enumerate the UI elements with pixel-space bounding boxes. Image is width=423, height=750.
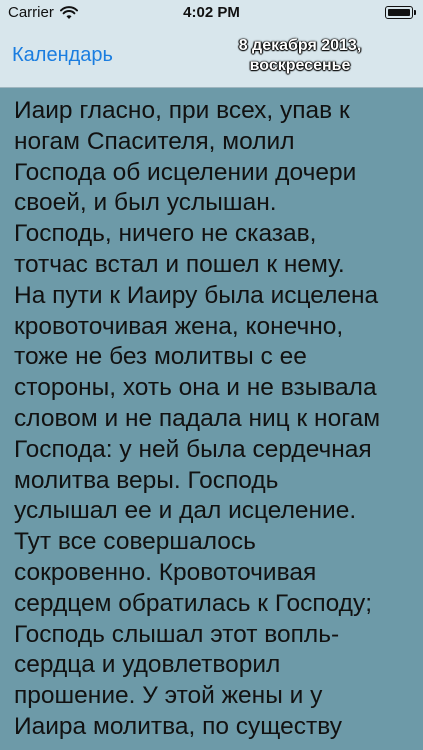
text-line: Тут все совершалось bbox=[14, 528, 256, 556]
text-line: Господь слышал этот вопль- bbox=[14, 620, 340, 648]
status-bar: Carrier 4:02 PM bbox=[0, 0, 423, 26]
navigation-bar: Календарь 8 декабря 2013, воскресенье bbox=[0, 26, 423, 88]
battery-icon bbox=[385, 6, 416, 19]
text-line: Иаира молитва, по существу bbox=[14, 712, 342, 740]
text-line: сердца и удовлетворил bbox=[14, 651, 281, 679]
status-time: 4:02 PM bbox=[183, 4, 240, 21]
text-line: кровоточивая жена, конечно, bbox=[14, 312, 344, 340]
text-line: тотчас встал и пошел к нему. bbox=[14, 250, 345, 278]
text-line: Иаир гласно, при всех, упав к bbox=[14, 97, 350, 124]
text-line: прошение. У этой жены и у bbox=[14, 682, 323, 710]
text-line: словом и не падала ниц к ногам bbox=[14, 404, 381, 432]
text-line: Господа: у ней была сердечная bbox=[14, 435, 372, 463]
text-line: Господь, ничего не сказав, bbox=[14, 220, 317, 248]
calendar-back-button[interactable]: Календарь bbox=[12, 44, 113, 67]
date-title: 8 декабря 2013, воскресенье bbox=[190, 36, 410, 76]
text-line: ногам Спасителя, молил bbox=[14, 127, 295, 155]
text-line: На пути к Иаиру была исцелена bbox=[14, 281, 379, 309]
text-line: своей, и был услышан. bbox=[14, 189, 277, 217]
text-line: тоже не без молитвы с ее bbox=[14, 343, 307, 371]
text-line: стороны, хоть она и не взывала bbox=[14, 374, 377, 402]
top-bar: Carrier 4:02 PM Календарь 8 декабря 2013… bbox=[0, 0, 423, 88]
text-line: сердцем обратилась к Господу; bbox=[14, 589, 373, 617]
text-line: сокровенно. Кровоточивая bbox=[14, 558, 317, 586]
weekday-line: воскресенье bbox=[249, 57, 351, 74]
text-line: услышал ее и дал исцеление. bbox=[14, 497, 357, 525]
text-line: молитва веры. Господь bbox=[14, 466, 279, 494]
reading-text[interactable]: Иаир гласно, при всех, упав к ногам Спас… bbox=[14, 96, 414, 750]
date-line: 8 декабря 2013, bbox=[238, 37, 362, 54]
text-line: Господа об исцелении дочери bbox=[14, 158, 357, 186]
